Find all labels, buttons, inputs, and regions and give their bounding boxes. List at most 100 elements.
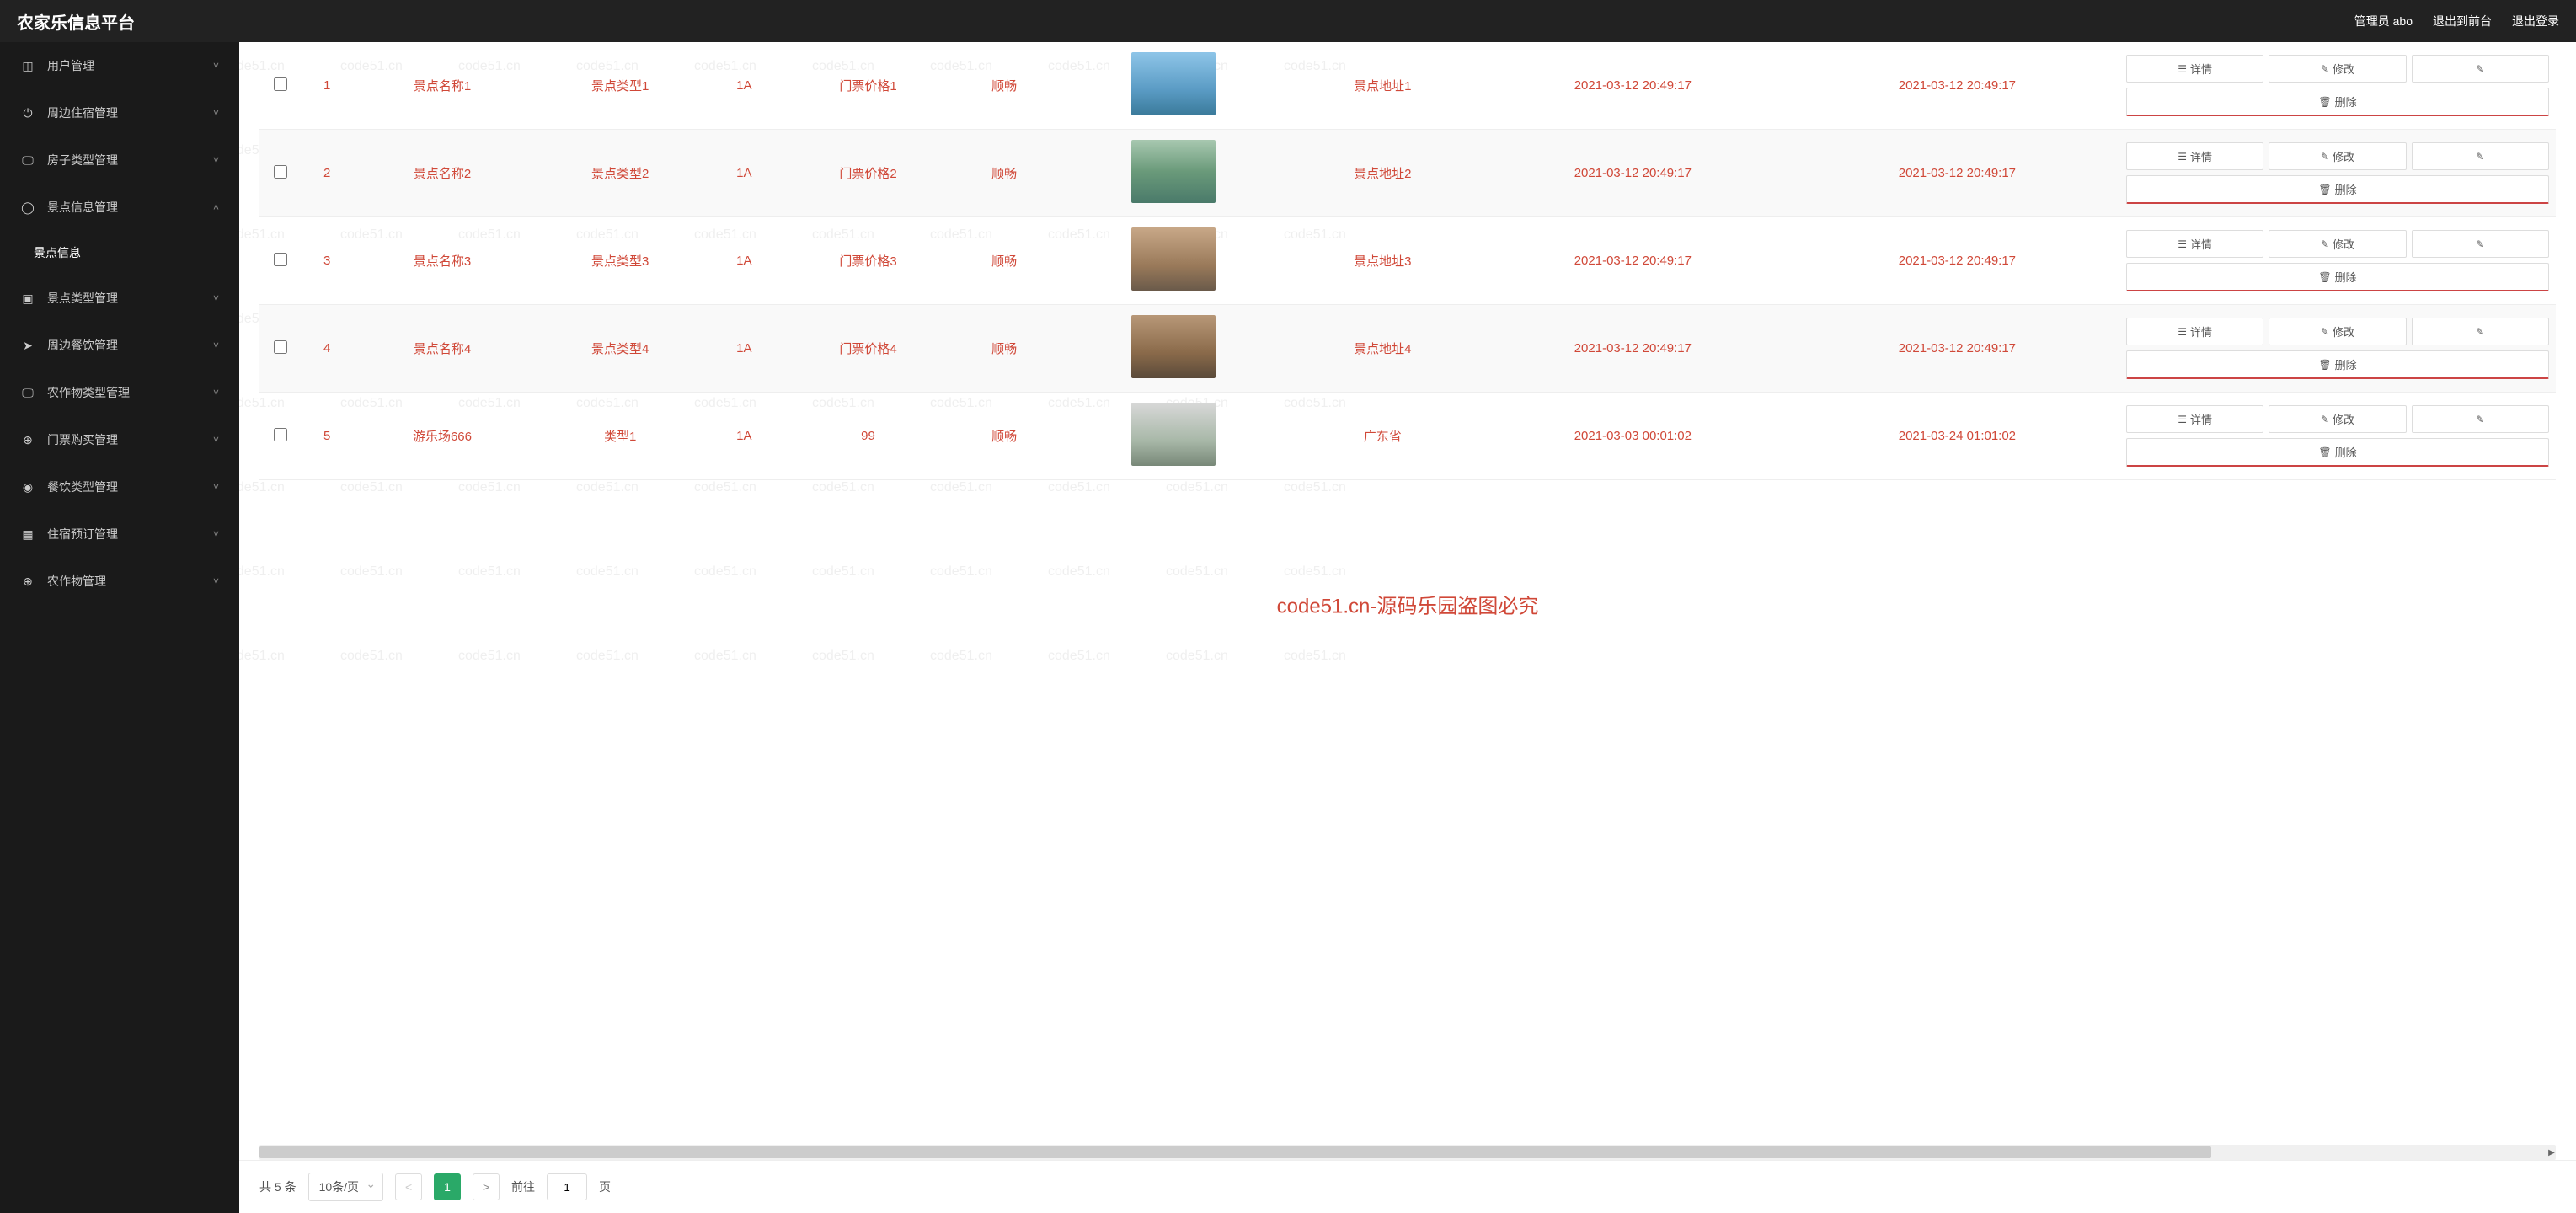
more-button[interactable]: ✎ [2412, 230, 2549, 258]
sidebar-item-0[interactable]: ◫用户管理˅ [0, 42, 239, 89]
circle-icon: ◯ [20, 200, 35, 215]
table-row: 5 游乐场666 类型1 1A 99 顺畅 广东省 2021-03-03 00:… [259, 393, 2556, 480]
edit-button[interactable]: ✎修改 [2269, 405, 2406, 433]
detail-icon: ☰ [2178, 151, 2187, 163]
cell-actions: ☰详情 ✎修改 ✎ 🗑删除 [2119, 130, 2556, 217]
more-icon: ✎ [2476, 414, 2484, 425]
chevron-up-icon: ˄ [213, 201, 219, 213]
chevron-down-icon: ˅ [213, 292, 219, 304]
goto-label-post: 页 [599, 1178, 611, 1195]
cell-image [1052, 305, 1295, 393]
main-content: code51.cncode51.cncode51.cncode51.cncode… [239, 42, 2576, 1213]
cell-image [1052, 217, 1295, 305]
edit-button[interactable]: ✎修改 [2269, 230, 2406, 258]
cell-level: 1A [708, 130, 780, 217]
detail-button[interactable]: ☰详情 [2126, 230, 2263, 258]
delete-button[interactable]: 🗑删除 [2126, 175, 2549, 204]
sidebar-item-7[interactable]: ⊕门票购买管理˅ [0, 416, 239, 463]
cell-time1: 2021-03-03 00:01:02 [1471, 393, 1795, 480]
goto-page-input[interactable] [547, 1173, 587, 1200]
page-size-select[interactable]: 10条/页 [308, 1173, 383, 1201]
submenu-item[interactable]: 景点信息 [0, 231, 239, 275]
cell-idx: 4 [302, 305, 352, 393]
cell-level: 1A [708, 217, 780, 305]
edit-button[interactable]: ✎修改 [2269, 318, 2406, 345]
row-checkbox[interactable] [274, 253, 287, 266]
detail-button[interactable]: ☰详情 [2126, 405, 2263, 433]
horizontal-scrollbar[interactable]: ◀ ▶ [259, 1145, 2556, 1160]
scrollbar-thumb[interactable] [259, 1146, 2211, 1158]
cell-type: 景点类型4 [532, 305, 708, 393]
cell-price: 99 [780, 393, 956, 480]
sidebar-item-3[interactable]: ◯景点信息管理˄ [0, 184, 239, 231]
edit-icon: ✎ [2321, 151, 2329, 163]
data-table: 1 景点名称1 景点类型1 1A 门票价格1 顺畅 景点地址1 2021-03-… [259, 42, 2556, 480]
cell-time2: 2021-03-12 20:49:17 [1795, 217, 2119, 305]
sidebar-item-label: 住宿预订管理 [47, 526, 118, 542]
cell-price: 门票价格4 [780, 305, 956, 393]
monitor-icon: 🖵 [20, 152, 35, 168]
chevron-down-icon: ˅ [213, 434, 219, 446]
sidebar-item-1[interactable]: ⏻周边住宿管理˅ [0, 89, 239, 136]
app-header: 农家乐信息平台 管理员 abo 退出到前台 退出登录 [0, 0, 2576, 42]
cell-actions: ☰详情 ✎修改 ✎ 🗑删除 [2119, 305, 2556, 393]
detail-button[interactable]: ☰详情 [2126, 55, 2263, 83]
cell-type: 景点类型3 [532, 217, 708, 305]
sidebar-item-4[interactable]: ▣景点类型管理˅ [0, 275, 239, 322]
next-page-button[interactable]: > [473, 1173, 500, 1200]
edit-button[interactable]: ✎修改 [2269, 55, 2406, 83]
logout-link[interactable]: 退出登录 [2512, 13, 2559, 29]
cell-idx: 3 [302, 217, 352, 305]
scroll-right-icon[interactable]: ▶ [2546, 1145, 2557, 1160]
row-checkbox[interactable] [274, 165, 287, 179]
user-icon: ◫ [20, 58, 35, 73]
edit-button[interactable]: ✎修改 [2269, 142, 2406, 170]
delete-button[interactable]: 🗑删除 [2126, 88, 2549, 116]
sidebar-item-5[interactable]: ➤周边餐饮管理˅ [0, 322, 239, 369]
row-checkbox[interactable] [274, 340, 287, 354]
edit-icon: ✎ [2321, 414, 2329, 425]
edit-icon: ✎ [2321, 326, 2329, 338]
cell-name: 景点名称3 [352, 217, 532, 305]
detail-button[interactable]: ☰详情 [2126, 318, 2263, 345]
sidebar-item-9[interactable]: ▦住宿预订管理˅ [0, 510, 239, 558]
row-checkbox[interactable] [274, 77, 287, 91]
grid-icon: ▦ [20, 526, 35, 542]
detail-icon: ☰ [2178, 238, 2187, 250]
sidebar-item-10[interactable]: ⊕农作物管理˅ [0, 558, 239, 605]
sidebar-item-label: 周边餐饮管理 [47, 337, 118, 354]
sidebar-item-6[interactable]: 🖵农作物类型管理˅ [0, 369, 239, 416]
prev-page-button[interactable]: < [395, 1173, 422, 1200]
cell-idx: 5 [302, 393, 352, 480]
page-number-button[interactable]: 1 [434, 1173, 461, 1200]
cell-name: 游乐场666 [352, 393, 532, 480]
cell-image [1052, 393, 1295, 480]
delete-button[interactable]: 🗑删除 [2126, 438, 2549, 467]
cell-time2: 2021-03-12 20:49:17 [1795, 130, 2119, 217]
more-button[interactable]: ✎ [2412, 55, 2549, 83]
sidebar-item-label: 用户管理 [47, 57, 94, 74]
cell-image [1052, 130, 1295, 217]
sidebar-item-2[interactable]: 🖵房子类型管理˅ [0, 136, 239, 184]
thumbnail-image [1131, 140, 1216, 203]
sidebar-item-8[interactable]: ◉餐饮类型管理˅ [0, 463, 239, 510]
admin-label[interactable]: 管理员 abo [2354, 13, 2413, 29]
cell-time2: 2021-03-12 20:49:17 [1795, 305, 2119, 393]
cell-status: 顺畅 [956, 42, 1052, 130]
more-icon: ✎ [2476, 238, 2484, 250]
user-alt-icon: ▣ [20, 291, 35, 306]
row-checkbox[interactable] [274, 428, 287, 441]
more-button[interactable]: ✎ [2412, 318, 2549, 345]
delete-button[interactable]: 🗑删除 [2126, 263, 2549, 291]
more-button[interactable]: ✎ [2412, 405, 2549, 433]
cell-level: 1A [708, 393, 780, 480]
cell-time1: 2021-03-12 20:49:17 [1471, 305, 1795, 393]
cell-price: 门票价格2 [780, 130, 956, 217]
detail-button[interactable]: ☰详情 [2126, 142, 2263, 170]
more-button[interactable]: ✎ [2412, 142, 2549, 170]
delete-button[interactable]: 🗑删除 [2126, 350, 2549, 379]
cell-name: 景点名称2 [352, 130, 532, 217]
table-row: 1 景点名称1 景点类型1 1A 门票价格1 顺畅 景点地址1 2021-03-… [259, 42, 2556, 130]
cell-idx: 1 [302, 42, 352, 130]
logout-front-link[interactable]: 退出到前台 [2433, 13, 2492, 29]
